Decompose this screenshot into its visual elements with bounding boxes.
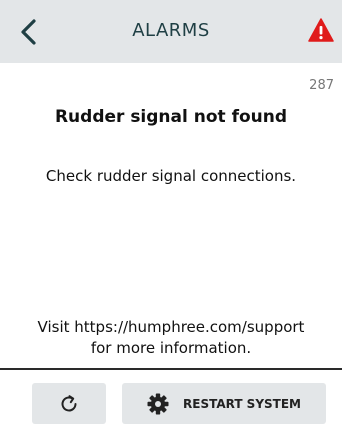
support-line-1: Visit https://humphree.com/support xyxy=(37,318,305,336)
header-bar: ALARMS xyxy=(0,0,342,63)
restart-system-label: RESTART SYSTEM xyxy=(183,396,301,411)
gear-icon xyxy=(147,393,169,414)
refresh-icon xyxy=(61,394,77,411)
page-title: ALARMS xyxy=(132,20,210,41)
refresh-button[interactable] xyxy=(32,383,106,424)
alarm-title: Rudder signal not found xyxy=(54,107,288,127)
restart-system-button[interactable]: RESTART SYSTEM xyxy=(122,383,326,424)
divider xyxy=(0,368,342,370)
alarm-detail: Check rudder signal connections. xyxy=(45,167,297,185)
alarm-code: 287 xyxy=(309,78,334,93)
support-text: Visit https://humphree.com/support for m… xyxy=(14,317,328,359)
warning-triangle-icon[interactable] xyxy=(308,18,334,42)
support-line-2: for more information. xyxy=(90,339,252,357)
